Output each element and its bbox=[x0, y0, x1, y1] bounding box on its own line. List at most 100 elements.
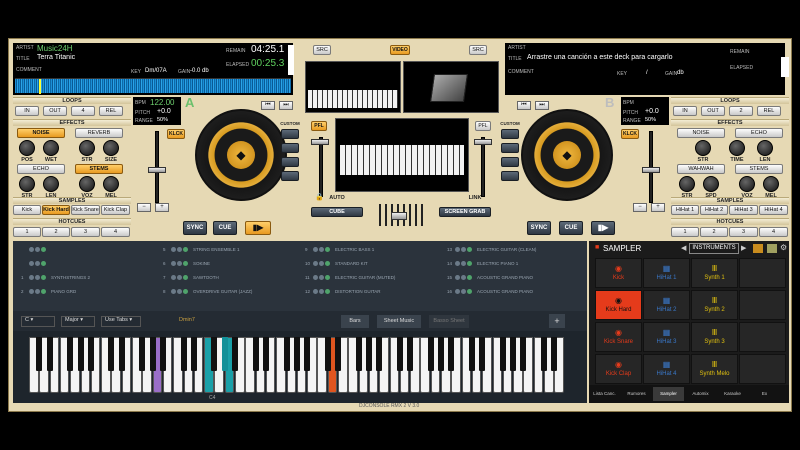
piano-black-key[interactable] bbox=[211, 337, 218, 371]
sampler-pad[interactable]: ◉ Kick Clap bbox=[595, 354, 642, 384]
piano-black-key[interactable] bbox=[438, 337, 444, 371]
piano-black-key[interactable] bbox=[468, 337, 475, 371]
channel-dot-icon[interactable] bbox=[325, 275, 330, 281]
fx-wet-knob[interactable] bbox=[43, 140, 59, 156]
channel-dot-icon[interactable] bbox=[171, 289, 176, 295]
channel-dot-icon[interactable] bbox=[467, 247, 472, 253]
instrument-row[interactable]: 12 DISTORTION GUITAR bbox=[305, 289, 441, 295]
crossfader[interactable] bbox=[379, 204, 423, 226]
channel-dot-icon[interactable] bbox=[183, 275, 188, 281]
channel-dot-icon[interactable] bbox=[325, 247, 330, 253]
b-fx-knob-3[interactable] bbox=[757, 140, 773, 156]
channel-dot-icon[interactable] bbox=[171, 261, 176, 267]
next-track-b-button[interactable]: ⏭ bbox=[535, 101, 549, 110]
channel-dot-icon[interactable] bbox=[177, 275, 182, 281]
piano-black-key[interactable] bbox=[376, 337, 383, 371]
sampler-pad[interactable]: ◉ Kick Hard bbox=[595, 290, 642, 320]
b-wah-str-knob[interactable] bbox=[679, 176, 695, 192]
channel-dot-icon[interactable] bbox=[183, 261, 188, 267]
sheet-music-button[interactable]: Sheet Music bbox=[377, 315, 421, 328]
custom-a-3[interactable] bbox=[281, 157, 299, 167]
channel-dot-icon[interactable] bbox=[35, 261, 40, 267]
deck-a-settings-strip[interactable] bbox=[288, 45, 294, 75]
piano-black-key[interactable] bbox=[232, 337, 238, 371]
instrument-row[interactable] bbox=[21, 261, 157, 267]
sampler-pad[interactable]: ▦ HiHat 1 bbox=[643, 258, 690, 288]
sample-hihat-1[interactable]: HiHat 1 bbox=[671, 205, 699, 215]
instrument-row[interactable] bbox=[21, 247, 157, 253]
piano-black-key[interactable] bbox=[190, 337, 197, 371]
cue-b-button[interactable]: CUE bbox=[559, 221, 583, 235]
channel-dot-icon[interactable] bbox=[183, 247, 188, 253]
piano-black-key[interactable] bbox=[159, 337, 166, 371]
bottom-tab[interactable]: Sampler bbox=[653, 387, 684, 401]
piano-black-key[interactable] bbox=[77, 337, 84, 371]
piano-black-key[interactable] bbox=[262, 337, 269, 371]
channel-dot-icon[interactable] bbox=[35, 289, 40, 295]
fx-wahwah-b[interactable]: WAHWAH bbox=[677, 164, 725, 174]
fx-size-knob[interactable] bbox=[103, 140, 119, 156]
channel-dot-icon[interactable] bbox=[467, 275, 472, 281]
instrument-row[interactable]: 11 ELECTRIC GUITAR (MUTED) bbox=[305, 275, 441, 281]
klck-b-button[interactable]: KLCK bbox=[621, 129, 639, 139]
channel-dot-icon[interactable] bbox=[29, 275, 34, 281]
channel-dot-icon[interactable] bbox=[455, 289, 460, 295]
piano-keys[interactable] bbox=[29, 337, 569, 395]
pitch-minus-a[interactable]: − bbox=[137, 203, 151, 212]
sampler-pad[interactable] bbox=[739, 354, 786, 384]
channel-dot-icon[interactable] bbox=[455, 261, 460, 267]
channel-dot-icon[interactable] bbox=[41, 247, 46, 253]
channel-dot-icon[interactable] bbox=[41, 261, 46, 267]
channel-dot-icon[interactable] bbox=[35, 247, 40, 253]
channel-dot-icon[interactable] bbox=[177, 261, 182, 267]
pitch-fader-a-handle[interactable] bbox=[148, 167, 166, 173]
bottom-tab[interactable]: Automix bbox=[685, 387, 716, 401]
channel-dot-icon[interactable] bbox=[455, 275, 460, 281]
fx-noise-a[interactable]: NOISE bbox=[17, 128, 65, 138]
channel-dot-icon[interactable] bbox=[171, 275, 176, 281]
sampler-pad[interactable]: ◉ Kick bbox=[595, 258, 642, 288]
cue-a-button[interactable]: CUE bbox=[213, 221, 237, 235]
sampler-pad[interactable]: ▦ HiHat 3 bbox=[643, 322, 690, 352]
piano-black-key[interactable] bbox=[541, 337, 547, 371]
channel-dot-icon[interactable] bbox=[313, 261, 318, 267]
channel-dot-icon[interactable] bbox=[319, 275, 324, 281]
sample-kick-hard[interactable]: Kick Hard bbox=[42, 205, 70, 215]
instrument-row[interactable]: 6 SOKINE bbox=[163, 261, 299, 267]
piano-black-key[interactable] bbox=[36, 337, 43, 371]
piano-black-key[interactable] bbox=[499, 337, 506, 371]
sample-kick-clap[interactable]: Kick Clap bbox=[101, 205, 130, 215]
piano-keyboard[interactable]: C4 bbox=[13, 331, 587, 403]
custom-a-2[interactable] bbox=[281, 143, 299, 153]
fx-noise-b[interactable]: NOISE bbox=[677, 128, 725, 138]
channel-dot-icon[interactable] bbox=[171, 247, 176, 253]
channel-dot-icon[interactable] bbox=[461, 289, 466, 295]
custom-b-2[interactable] bbox=[501, 143, 519, 153]
sampler-pad[interactable] bbox=[739, 290, 786, 320]
channel-dot-icon[interactable] bbox=[29, 247, 34, 253]
piano-black-key[interactable] bbox=[427, 337, 434, 371]
fx-pos-knob[interactable] bbox=[19, 140, 35, 156]
sync-a-button[interactable]: SYNC bbox=[183, 221, 207, 235]
channel-dot-icon[interactable] bbox=[41, 275, 46, 281]
piano-black-key[interactable] bbox=[293, 337, 300, 371]
loop-in-a[interactable]: IN bbox=[15, 106, 39, 116]
piano-black-key[interactable] bbox=[551, 337, 558, 371]
instrument-row[interactable]: 7 SAWTOOTH bbox=[163, 275, 299, 281]
play-a-button[interactable]: ▮▶ bbox=[245, 221, 271, 235]
instrument-row[interactable]: 8 OVERDRIVE GUITAR (JAZZ) bbox=[163, 289, 299, 295]
fx-stems-b[interactable]: STEMS bbox=[735, 164, 783, 174]
channel-dot-icon[interactable] bbox=[29, 289, 34, 295]
piano-black-key[interactable] bbox=[67, 337, 74, 371]
volume-fader-b[interactable] bbox=[481, 137, 485, 197]
loop-rel-a[interactable]: REL bbox=[99, 106, 123, 116]
piano-black-key[interactable] bbox=[252, 337, 259, 371]
channel-dot-icon[interactable] bbox=[467, 289, 472, 295]
loop-rel-b[interactable]: REL bbox=[757, 106, 781, 116]
pitch-fader-b-handle[interactable] bbox=[642, 167, 660, 173]
echo-str-knob[interactable] bbox=[19, 176, 35, 192]
fx-stems-a[interactable]: STEMS bbox=[75, 164, 123, 174]
channel-dot-icon[interactable] bbox=[177, 289, 182, 295]
instrument-row[interactable]: 9 ELECTRIC BASS 1 bbox=[305, 247, 441, 253]
stems-voz-knob[interactable] bbox=[79, 176, 95, 192]
